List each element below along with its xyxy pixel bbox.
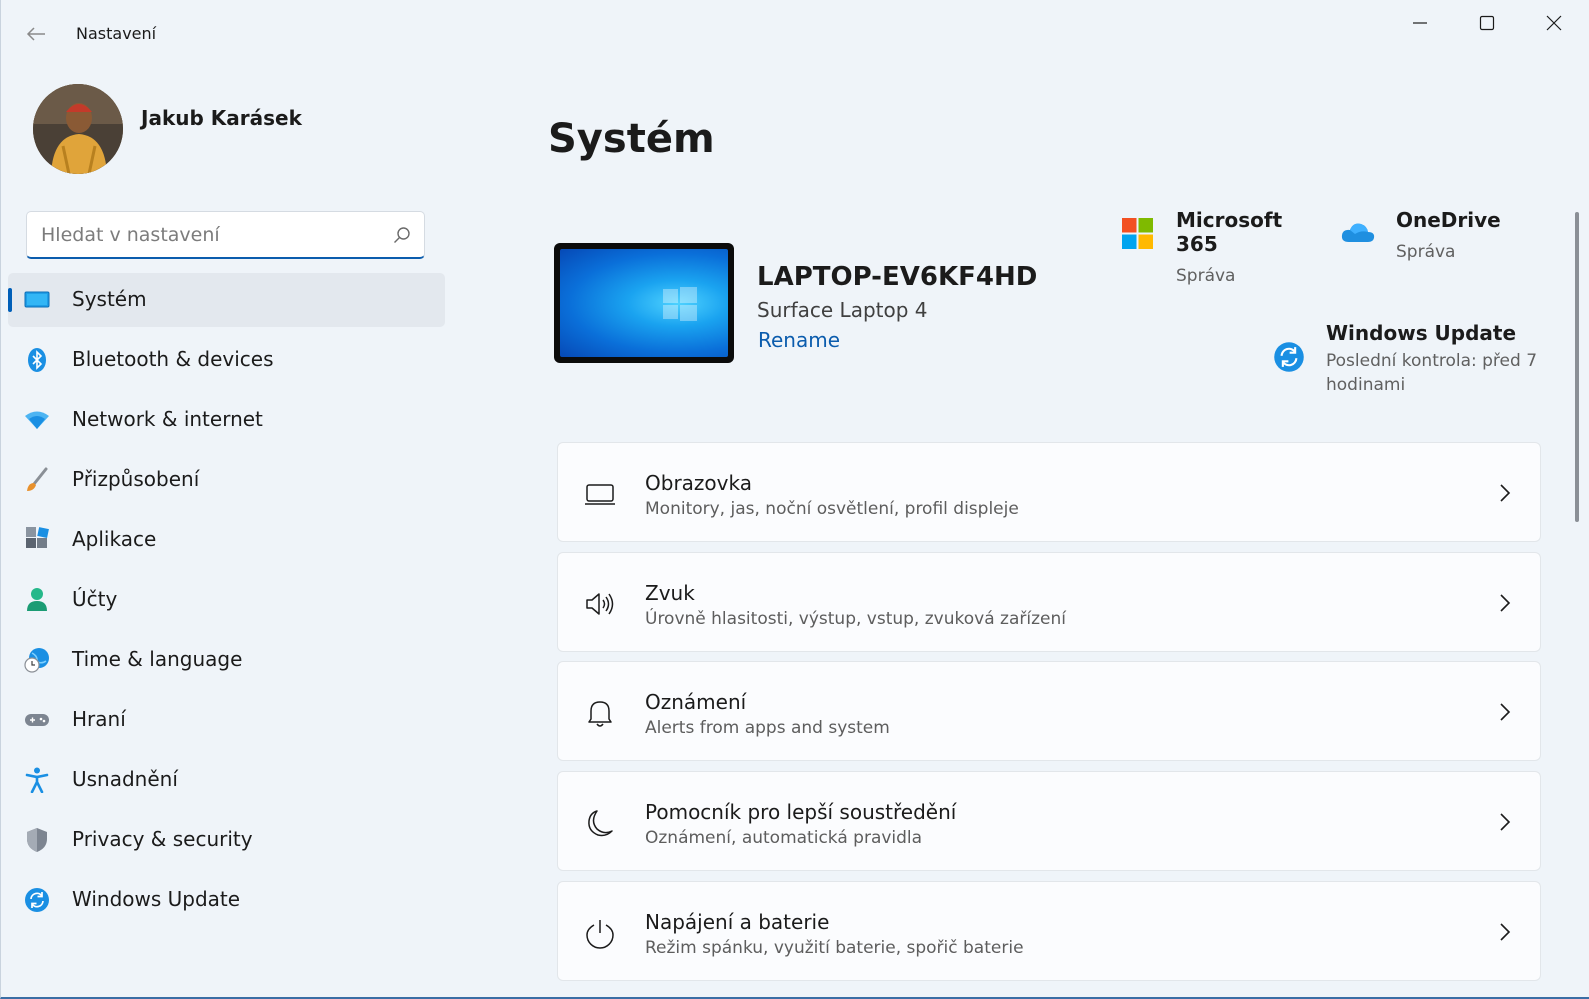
update-icon bbox=[25, 888, 49, 912]
search-box[interactable] bbox=[26, 211, 425, 259]
sidebar-item-privacy-security[interactable]: Privacy & security bbox=[8, 813, 445, 867]
sidebar-item-network[interactable]: Network & internet bbox=[8, 393, 445, 447]
sidebar-item-accounts[interactable]: Účty bbox=[8, 573, 445, 627]
windows-logo-icon bbox=[663, 287, 697, 321]
sidebar-item-label: Aplikace bbox=[72, 527, 157, 551]
windows-update-title: Windows Update bbox=[1326, 321, 1517, 345]
chevron-right-icon bbox=[1500, 703, 1511, 721]
chevron-right-icon bbox=[1500, 594, 1511, 612]
speaker-icon bbox=[586, 593, 614, 615]
sidebar-item-apps[interactable]: Aplikace bbox=[8, 513, 445, 567]
windows-update-link[interactable]: Windows Update Poslední kontrola: před 7… bbox=[1273, 321, 1543, 401]
card-notifications[interactable]: Oznámení Alerts from apps and system bbox=[557, 661, 1541, 761]
app-title: Nastavení bbox=[76, 24, 157, 43]
sidebar-item-time-language[interactable]: Time & language bbox=[8, 633, 445, 687]
update-icon bbox=[1274, 342, 1304, 372]
sidebar-item-label: Time & language bbox=[72, 647, 243, 671]
card-sound[interactable]: Zvuk Úrovně hlasitosti, výstup, vstup, z… bbox=[557, 552, 1541, 652]
apps-icon bbox=[26, 527, 49, 548]
device-image bbox=[554, 243, 734, 363]
card-title: Zvuk bbox=[645, 581, 695, 605]
bluetooth-icon bbox=[28, 348, 46, 372]
card-subtitle: Oznámení, automatická pravidla bbox=[645, 828, 923, 848]
search-input[interactable] bbox=[41, 221, 381, 249]
card-subtitle: Alerts from apps and system bbox=[645, 718, 890, 738]
maximize-button[interactable] bbox=[1453, 0, 1521, 46]
globe-clock-icon bbox=[24, 648, 49, 673]
sidebar-item-label: Privacy & security bbox=[72, 827, 253, 851]
sidebar-item-label: Bluetooth & devices bbox=[72, 347, 274, 371]
card-subtitle: Režim spánku, využití baterie, spořič ba… bbox=[645, 938, 1024, 958]
card-subtitle: Monitory, jas, noční osvětlení, profil d… bbox=[645, 499, 1019, 519]
close-button[interactable] bbox=[1520, 0, 1588, 46]
onedrive-title: OneDrive bbox=[1396, 208, 1501, 232]
device-model: Surface Laptop 4 bbox=[757, 298, 928, 322]
moon-icon bbox=[588, 810, 613, 837]
sidebar-item-bluetooth[interactable]: Bluetooth & devices bbox=[8, 333, 445, 387]
windows-update-sub: Poslední kontrola: před 7 hodinami bbox=[1326, 351, 1538, 395]
microsoft-365-sub: Správa bbox=[1176, 266, 1236, 286]
scrollbar-thumb[interactable] bbox=[1575, 212, 1579, 522]
accessibility-icon bbox=[25, 767, 49, 793]
minimize-icon bbox=[1413, 22, 1427, 24]
display-icon bbox=[585, 484, 615, 505]
sidebar-nav: Systém Bluetooth & devices Network & int… bbox=[8, 273, 445, 933]
chevron-right-icon bbox=[1500, 813, 1511, 831]
sidebar-item-accessibility[interactable]: Usnadnění bbox=[8, 753, 445, 807]
card-subtitle: Úrovně hlasitosti, výstup, vstup, zvukov… bbox=[645, 609, 1066, 629]
rename-link[interactable]: Rename bbox=[758, 328, 840, 352]
person-icon bbox=[27, 588, 47, 611]
sidebar-item-gaming[interactable]: Hraní bbox=[8, 693, 445, 747]
shield-icon bbox=[27, 828, 47, 852]
system-icon bbox=[24, 291, 50, 308]
page-title: Systém bbox=[548, 116, 715, 162]
card-focus-assist[interactable]: Pomocník pro lepší soustředění Oznámení,… bbox=[557, 771, 1541, 871]
power-icon bbox=[586, 920, 614, 949]
wifi-icon bbox=[25, 411, 49, 429]
back-arrow-icon bbox=[26, 27, 45, 41]
back-button[interactable] bbox=[19, 18, 53, 50]
sidebar-item-system[interactable]: Systém bbox=[8, 273, 445, 327]
microsoft-365-link[interactable]: Microsoft 365 Správa bbox=[1122, 208, 1322, 286]
sidebar-item-label: Přizpůsobení bbox=[72, 467, 200, 491]
onedrive-icon bbox=[1341, 223, 1375, 242]
sidebar-item-label: Systém bbox=[72, 287, 147, 311]
card-title: Oznámení bbox=[645, 690, 747, 714]
card-title: Pomocník pro lepší soustředění bbox=[645, 800, 957, 824]
sidebar-item-label: Network & internet bbox=[72, 407, 263, 431]
card-power-battery[interactable]: Napájení a baterie Režim spánku, využití… bbox=[557, 881, 1541, 981]
sidebar-item-label: Hraní bbox=[72, 707, 126, 731]
settings-window: Nastavení Jakub Karásek Hledat v nastave… bbox=[0, 0, 1589, 999]
onedrive-link[interactable]: OneDrive Správa bbox=[1341, 208, 1521, 268]
maximize-icon bbox=[1479, 15, 1495, 31]
close-icon bbox=[1546, 15, 1562, 31]
microsoft-365-title: Microsoft 365 bbox=[1176, 208, 1283, 256]
search-icon[interactable] bbox=[392, 225, 412, 245]
sidebar-item-personalization[interactable]: Přizpůsobení bbox=[8, 453, 445, 507]
user-photo-icon bbox=[33, 84, 123, 174]
sidebar-item-label: Windows Update bbox=[72, 887, 241, 911]
sidebar-item-windows-update[interactable]: Windows Update bbox=[8, 873, 445, 927]
brush-icon bbox=[27, 467, 48, 491]
device-screen bbox=[560, 249, 728, 357]
device-name: LAPTOP-EV6KF4HD bbox=[757, 262, 1038, 292]
minimize-button[interactable] bbox=[1386, 0, 1454, 46]
sidebar-item-label: Účty bbox=[72, 587, 118, 611]
onedrive-sub: Správa bbox=[1396, 242, 1456, 262]
sidebar-item-label: Usnadnění bbox=[72, 767, 178, 791]
card-title: Obrazovka bbox=[645, 471, 752, 495]
card-title: Napájení a baterie bbox=[645, 910, 830, 934]
gamepad-icon bbox=[25, 714, 49, 726]
card-display[interactable]: Obrazovka Monitory, jas, noční osvětlení… bbox=[557, 442, 1541, 542]
title-bar: Nastavení bbox=[1, 0, 1589, 68]
chevron-right-icon bbox=[1500, 484, 1511, 502]
chevron-right-icon bbox=[1500, 923, 1511, 941]
bell-icon bbox=[588, 701, 612, 727]
user-name: Jakub Karásek bbox=[141, 106, 302, 130]
microsoft-365-icon bbox=[1122, 218, 1153, 249]
avatar[interactable] bbox=[33, 84, 123, 174]
